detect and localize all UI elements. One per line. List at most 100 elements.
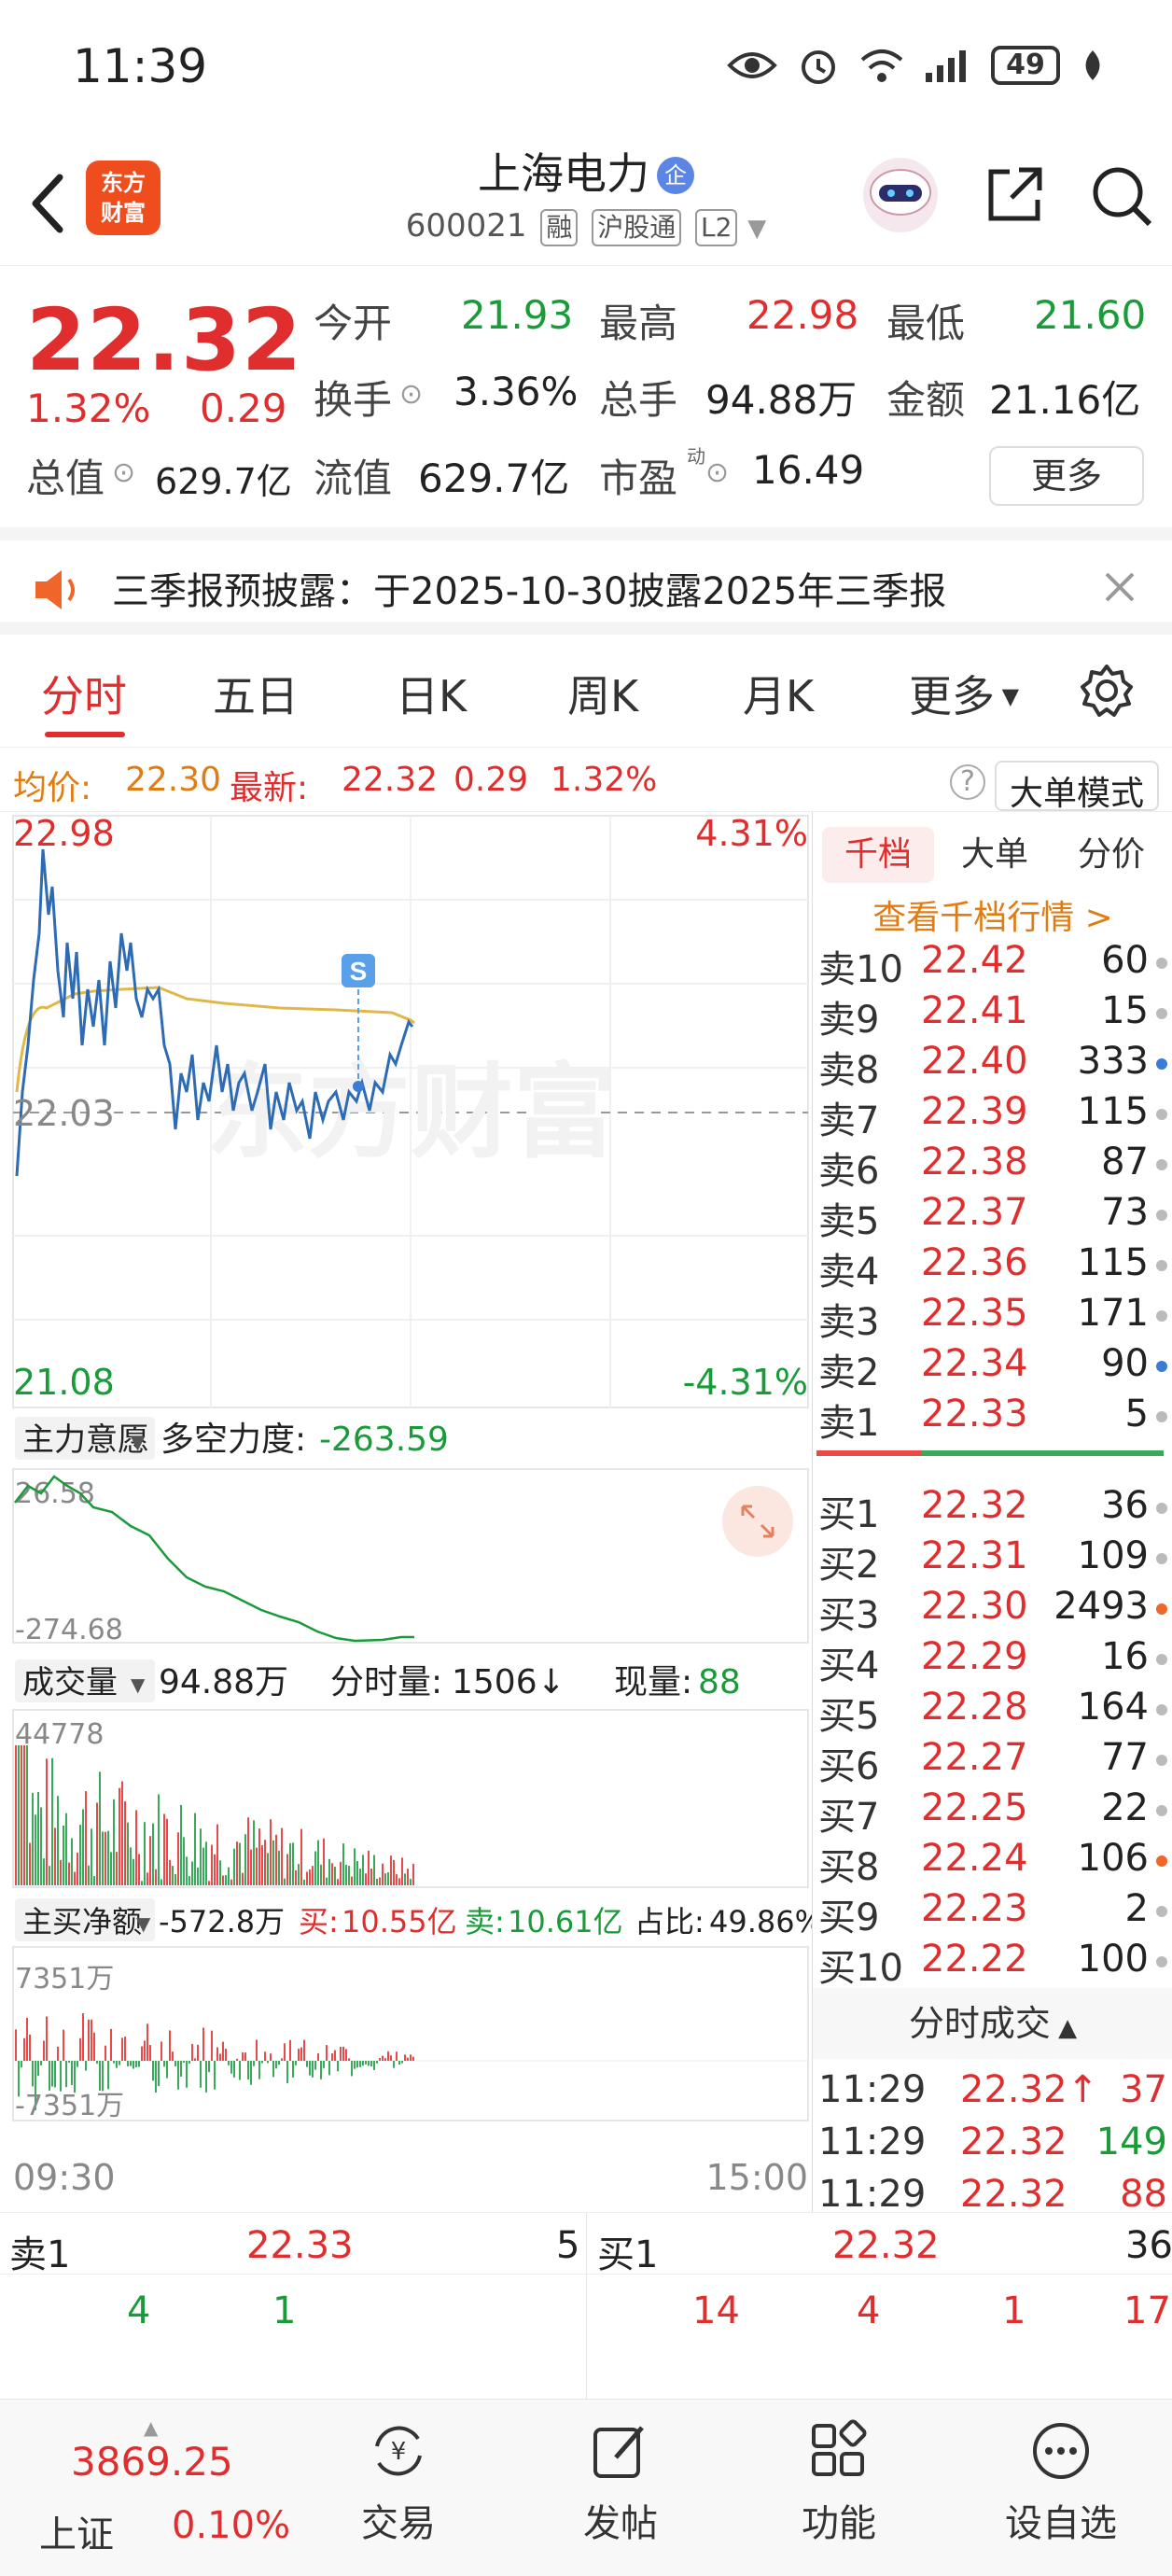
dot-icon: [1156, 1805, 1167, 1816]
trades-header[interactable]: 分时成交 ▲: [813, 1988, 1172, 2059]
index-name: 上证: [39, 2513, 114, 2556]
netbuy-bar: [152, 2061, 154, 2081]
tab-trade[interactable]: ¥ 交易: [328, 2418, 468, 2547]
close-icon[interactable]: [1101, 568, 1138, 606]
dot-icon: [1156, 1603, 1167, 1615]
info-icon[interactable]: ⊙: [705, 456, 729, 489]
open-value: 21.93: [461, 292, 574, 338]
tab-post[interactable]: 发帖: [551, 2418, 691, 2547]
netbuy-bar: [379, 2057, 381, 2061]
bid-row[interactable]: 买6 22.27 77: [813, 1736, 1172, 1788]
dot-icon: [1156, 1310, 1167, 1322]
volume-bar: [146, 1872, 148, 1885]
ask-row[interactable]: 卖4 22.36 115: [813, 1241, 1172, 1294]
tab-dadan[interactable]: 大单: [940, 827, 1050, 883]
bid-row[interactable]: 买2 22.31 109: [813, 1534, 1172, 1587]
bid-row[interactable]: 买1 22.32 36: [813, 1484, 1172, 1536]
robot-avatar-icon[interactable]: [860, 155, 941, 235]
tab-fenshi[interactable]: 分时: [41, 663, 127, 724]
intraday-chart[interactable]: 东方财富 S 22.98 4.31% 22.03 21.08 -4.31% 主力…: [0, 812, 823, 2212]
share-icon[interactable]: [982, 162, 1047, 228]
order-book-tabs: 千档 大单 分价: [813, 821, 1172, 887]
ask-price: 22.38: [921, 1141, 1028, 1183]
ask-row[interactable]: 卖10 22.42 60: [813, 939, 1172, 991]
tab-qiandang[interactable]: 千档: [822, 827, 934, 883]
settings-gear-icon[interactable]: [1079, 663, 1135, 719]
dropdown-icon[interactable]: ▼: [747, 215, 766, 243]
ask-row[interactable]: 卖6 22.38 87: [813, 1141, 1172, 1193]
big-order-mode-button[interactable]: 大单模式: [994, 761, 1159, 813]
tab-function[interactable]: 功能: [769, 2418, 909, 2547]
zhuli-dropdown-icon[interactable]: ▼: [131, 1431, 146, 1453]
netbuy-bar: [197, 2044, 199, 2061]
netbuy-bar: [317, 2053, 319, 2061]
grid-icon: [812, 2419, 867, 2476]
netbuy-bar: [71, 2061, 73, 2086]
bid-row[interactable]: 买3 22.30 2493: [813, 1585, 1172, 1637]
bid-row[interactable]: 买5 22.28 164: [813, 1686, 1172, 1738]
volume-bar: [247, 1817, 249, 1885]
volume-dropdown-icon[interactable]: ▼: [131, 1673, 146, 1696]
tab-fenjia[interactable]: 分价: [1055, 827, 1167, 883]
netbuy-bar: [77, 2061, 78, 2067]
volume-bar: [390, 1855, 392, 1885]
volume-bar: [342, 1843, 344, 1885]
view-depth-link[interactable]: 查看千档行情 >: [813, 890, 1172, 939]
tab-monthly-k[interactable]: 月K: [743, 663, 814, 724]
info-icon[interactable]: ⊙: [399, 378, 423, 411]
netbuy-bar: [105, 2045, 106, 2061]
netbuy-bar: [188, 2061, 190, 2065]
info-icon[interactable]: ⊙: [112, 456, 135, 489]
ask-row[interactable]: 卖5 22.37 73: [813, 1191, 1172, 1243]
netbuy-bar: [202, 2027, 204, 2061]
notice-banner[interactable]: 三季报预披露：于2025-10-30披露2025年三季报: [0, 527, 1172, 635]
bid-row[interactable]: 买8 22.24 106: [813, 1837, 1172, 1889]
netbuy-bar: [93, 2032, 95, 2061]
bid-level: 买6: [818, 1745, 880, 1788]
volume-bar: [197, 1867, 199, 1885]
trade-price: 22.32: [960, 2121, 1067, 2163]
s-marker[interactable]: S: [350, 957, 368, 986]
volume-bar: [18, 1745, 20, 1885]
ask-row[interactable]: 卖9 22.41 15: [813, 989, 1172, 1042]
time-start: 09:30: [13, 2157, 116, 2198]
ask-row[interactable]: 卖2 22.34 90: [813, 1342, 1172, 1394]
netbuy-bar: [412, 2056, 414, 2061]
tab-weekly-k[interactable]: 周K: [567, 663, 638, 724]
volume-selector[interactable]: 成交量: [22, 1664, 118, 1701]
bid-row[interactable]: 买9 22.23 2: [813, 1887, 1172, 1939]
tab-add-watchlist[interactable]: 设自选: [991, 2418, 1131, 2547]
bid-row[interactable]: 买10 22.22 100: [813, 1938, 1172, 1990]
volume-bar: [155, 1869, 157, 1885]
bid-row[interactable]: 买7 22.25 22: [813, 1786, 1172, 1839]
ask-volume: 87: [1101, 1141, 1149, 1183]
ask-row[interactable]: 卖1 22.33 5: [813, 1393, 1172, 1445]
open-label: 今开: [314, 301, 393, 346]
bid-price: 22.25: [921, 1786, 1028, 1829]
dot-icon: [1156, 1210, 1167, 1221]
pe-dynamic-sup: 动: [687, 445, 705, 468]
ask-row[interactable]: 卖7 22.39 115: [813, 1090, 1172, 1142]
leaf-icon: [1085, 50, 1100, 80]
netbuy-dropdown-icon[interactable]: ▼: [136, 1912, 151, 1935]
netbuy-top-label: 7351万: [15, 1963, 114, 1995]
volume-bar: [85, 1791, 87, 1885]
netbuy-bar: [398, 2061, 400, 2065]
tab-more[interactable]: 更多 ▼: [909, 663, 1019, 724]
search-icon[interactable]: [1088, 162, 1153, 228]
tab-daily-k[interactable]: 日K: [396, 663, 467, 724]
volume-bar: [331, 1863, 333, 1885]
help-icon[interactable]: ?: [950, 764, 985, 800]
netbuy-bar: [244, 2052, 246, 2061]
bid-row[interactable]: 买4 22.29 16: [813, 1635, 1172, 1687]
ask-row[interactable]: 卖3 22.35 171: [813, 1292, 1172, 1344]
tab-five-day[interactable]: 五日: [213, 663, 299, 724]
netbuy-bar: [113, 2061, 115, 2064]
netbuy-selector[interactable]: 主买净额: [22, 1904, 142, 1939]
index-ticker[interactable]: ▲ 3869.25 上证 0.10%: [19, 2413, 290, 2571]
netbuy-bar: [23, 2037, 25, 2061]
ask-row[interactable]: 卖8 22.40 333: [813, 1040, 1172, 1092]
more-button[interactable]: 更多: [989, 446, 1144, 506]
volume-bar: [351, 1876, 353, 1885]
netbuy-bar: [396, 2051, 398, 2061]
